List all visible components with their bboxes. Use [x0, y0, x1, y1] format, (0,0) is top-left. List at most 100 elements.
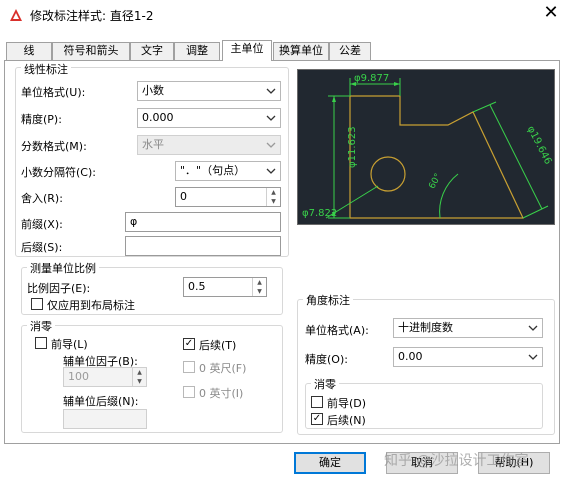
tab-label: 换算单位 [279, 44, 323, 57]
scale-factor-stepper[interactable]: 0.5 ▲ ▼ [183, 277, 267, 297]
fraction-format-select[interactable]: 水平 [137, 135, 281, 155]
spin-down-icon[interactable]: ▼ [253, 287, 266, 296]
scale-factor-value: 0.5 [188, 280, 206, 293]
tab-label: 线 [23, 44, 35, 57]
preview-dim-bottom: φ7.822 [302, 208, 337, 219]
tab-fit[interactable]: 调整 [174, 42, 220, 60]
spin-up-icon[interactable]: ▲ [253, 278, 266, 287]
trailing-zero-checkbox[interactable]: ✓ [183, 338, 195, 350]
tab-label: 符号和箭头 [63, 44, 119, 57]
preview-drawing: φ9.877 φ11.623 φ7.822 φ19.646 60° [302, 73, 554, 219]
tab-label: 调整 [186, 44, 208, 57]
close-button[interactable]: ✕ [540, 2, 562, 24]
prefix-label: 前缀(X): [21, 218, 63, 231]
angle-unit-format-select[interactable]: 十进制度数 [393, 318, 543, 338]
suffix-input[interactable] [125, 236, 281, 256]
layout-only-checkbox[interactable] [31, 298, 43, 310]
spin-buttons[interactable]: ▲ ▼ [252, 278, 266, 296]
help-button[interactable]: 帮助(H) [478, 452, 550, 474]
zero-feet-label: 0 英尺(F) [199, 362, 247, 375]
tab-lines[interactable]: 线 [6, 42, 52, 60]
scale-factor-label: 比例因子(E): [27, 282, 91, 295]
unit-format-label: 单位格式(U): [21, 86, 86, 99]
unit-format-select[interactable]: 小数 [137, 81, 281, 101]
sub-unit-factor-stepper[interactable]: 100 ▲ ▼ [63, 367, 147, 387]
cancel-button[interactable]: 取消 [386, 452, 458, 474]
chevron-down-icon [528, 325, 538, 331]
angle-unit-format-value: 十进制度数 [398, 321, 453, 334]
close-icon: ✕ [543, 2, 559, 23]
cancel-label: 取消 [411, 456, 433, 469]
measurement-scale-legend: 测量单位比例 [27, 260, 99, 276]
prefix-input[interactable]: φ [125, 212, 281, 232]
tab-text[interactable]: 文字 [130, 42, 174, 60]
zero-inches-label: 0 英寸(I) [199, 387, 244, 400]
angle-precision-label: 精度(O): [305, 353, 348, 366]
decimal-separator-value: "．"（句点） [180, 164, 246, 177]
chevron-down-icon [528, 354, 538, 360]
angle-leading-zero-label: 前导(D) [327, 397, 367, 410]
unit-format-value: 小数 [142, 84, 164, 97]
preview-dim-right: φ19.646 [525, 124, 554, 166]
tab-primary-units[interactable]: 主单位 [222, 40, 272, 61]
fraction-format-label: 分数格式(M): [21, 140, 87, 153]
angle-precision-value: 0.00 [398, 350, 423, 363]
checkmark-icon: ✓ [184, 338, 194, 349]
spin-up-icon[interactable]: ▲ [133, 368, 146, 377]
spin-down-icon[interactable]: ▼ [133, 377, 146, 386]
decimal-separator-select[interactable]: "．"（句点） [175, 161, 281, 181]
angle-precision-select[interactable]: 0.00 [393, 347, 543, 367]
trailing-zero-label: 后续(T) [199, 339, 237, 352]
tab-panel-primary-units: 线性标注 单位格式(U): 小数 精度(P): 0.000 分数格式(M): 水… [4, 60, 560, 444]
preview-dim-left: φ11.623 [347, 126, 358, 168]
spin-up-icon[interactable]: ▲ [267, 188, 280, 197]
decimal-separator-label: 小数分隔符(C): [21, 166, 96, 179]
chevron-down-icon [266, 168, 276, 174]
angle-trailing-zero-label: 后续(N) [327, 414, 366, 427]
zero-feet-checkbox[interactable] [183, 361, 195, 373]
precision-label: 精度(P): [21, 113, 62, 126]
angle-leading-zero-checkbox[interactable] [311, 396, 323, 408]
sub-unit-suffix-label: 辅单位后缀(N): [63, 395, 139, 408]
zero-suppression-legend: 消零 [27, 318, 55, 334]
title-bar: 修改标注样式: 直径1-2 ✕ [0, 0, 567, 30]
tab-tolerances[interactable]: 公差 [329, 42, 371, 60]
leading-zero-label: 前导(L) [51, 338, 88, 351]
suffix-label: 后缀(S): [21, 241, 63, 254]
checkmark-icon: ✓ [312, 413, 322, 424]
round-off-value: 0 [180, 190, 187, 203]
round-off-stepper[interactable]: 0 ▲ ▼ [175, 187, 281, 207]
sub-unit-factor-value: 100 [68, 370, 89, 383]
preview-dim-angle: 60° [427, 172, 443, 191]
chevron-down-icon [266, 115, 276, 121]
spin-down-icon[interactable]: ▼ [267, 197, 280, 206]
chevron-down-icon [266, 142, 276, 148]
help-label: 帮助(H) [494, 456, 534, 469]
tab-symbols-arrows[interactable]: 符号和箭头 [52, 42, 130, 60]
window-title: 修改标注样式: 直径1-2 [30, 9, 154, 23]
sub-unit-suffix-input[interactable] [63, 409, 147, 429]
leading-zero-checkbox[interactable] [35, 337, 47, 349]
spin-buttons[interactable]: ▲ ▼ [266, 188, 280, 206]
linear-dimensions-legend: 线性标注 [21, 61, 71, 77]
precision-select[interactable]: 0.000 [137, 108, 281, 128]
tab-alternate-units[interactable]: 换算单位 [273, 42, 329, 60]
tab-label: 主单位 [230, 42, 264, 55]
ok-label: 确定 [319, 456, 341, 469]
angle-unit-format-label: 单位格式(A): [305, 324, 369, 337]
ok-button[interactable]: 确定 [294, 452, 366, 474]
autocad-app-icon [10, 9, 22, 21]
layout-only-label: 仅应用到布局标注 [47, 299, 135, 312]
dimension-preview: φ9.877 φ11.623 φ7.822 φ19.646 60° [297, 69, 555, 225]
chevron-down-icon [266, 88, 276, 94]
tab-label: 公差 [339, 44, 361, 57]
zero-inches-checkbox[interactable] [183, 386, 195, 398]
tab-strip: 线 符号和箭头 文字 调整 主单位 换算单位 公差 [0, 40, 567, 61]
angle-trailing-zero-checkbox[interactable]: ✓ [311, 413, 323, 425]
tab-label: 文字 [141, 44, 163, 57]
spin-buttons[interactable]: ▲ ▼ [132, 368, 146, 386]
prefix-value: φ [130, 215, 138, 228]
preview-dim-top: φ9.877 [354, 73, 389, 84]
precision-value: 0.000 [142, 111, 174, 124]
angular-dimensions-legend: 角度标注 [303, 292, 353, 308]
